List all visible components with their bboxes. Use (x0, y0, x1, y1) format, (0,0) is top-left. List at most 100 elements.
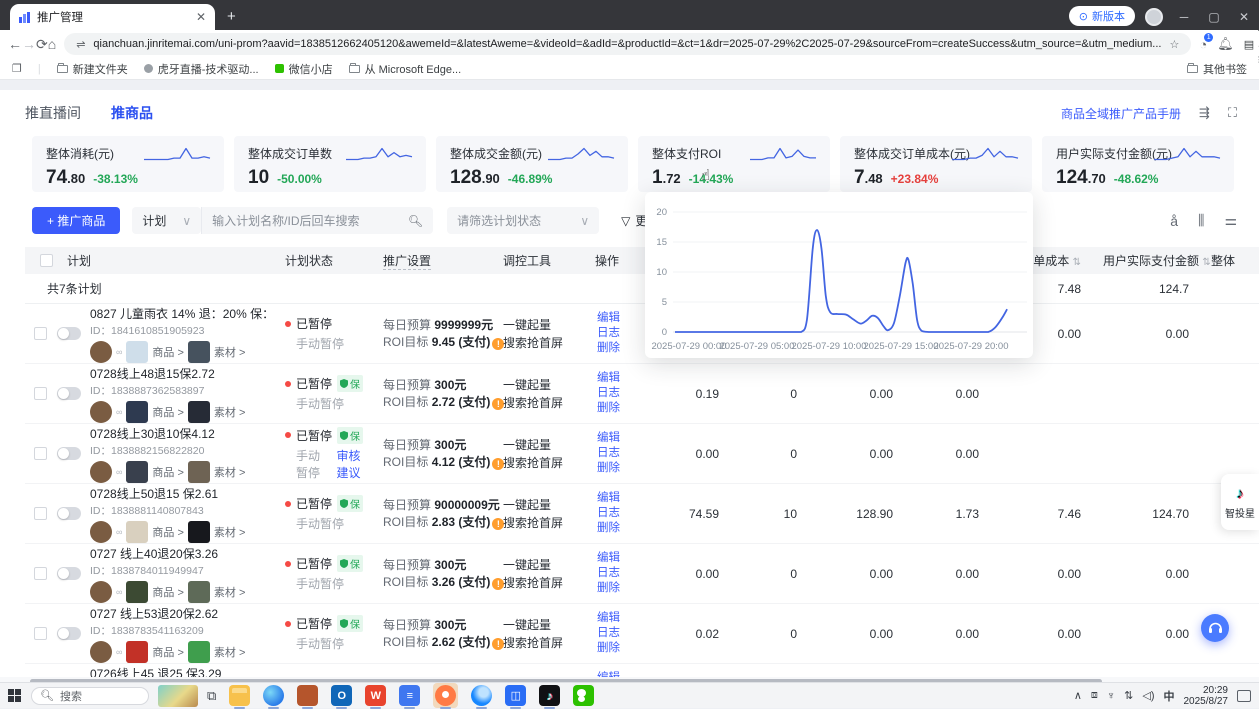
log-link[interactable]: 日志 (597, 386, 641, 401)
product-link[interactable]: 商品 > (152, 524, 183, 540)
new-version-button[interactable]: ⊙新版本 (1069, 6, 1135, 26)
url-bar[interactable]: ⇌ qianchuan.jinritemai.com/uni-prom?aavi… (64, 33, 1191, 55)
tab-live-room[interactable]: 推直播间 (25, 103, 81, 123)
bookmark-item[interactable]: 新建文件夹 (57, 61, 128, 77)
plan-toggle-switch[interactable] (57, 327, 81, 340)
one-key-boost-link[interactable]: 一键起量 (503, 436, 583, 454)
row-checkbox[interactable] (25, 447, 55, 460)
product-thumbnail[interactable] (126, 401, 148, 423)
bookmark-item[interactable]: 微信小店 (275, 61, 333, 77)
search-top-screen-link[interactable]: 搜索抢首屏 (503, 574, 583, 592)
edit-link[interactable]: 编辑 (597, 371, 641, 386)
one-key-boost-link[interactable]: 一键起量 (503, 556, 583, 574)
stat-card[interactable]: 整体消耗(元) 74.80 -38.13% (32, 136, 224, 192)
search-top-screen-link[interactable]: 搜索抢首屏 (503, 394, 583, 412)
row-checkbox[interactable] (25, 387, 55, 400)
material-link[interactable]: 素材 > (214, 464, 245, 480)
delete-link[interactable]: 删除 (597, 521, 641, 536)
toolbox-app-icon[interactable] (297, 685, 318, 706)
delete-link[interactable]: 删除 (597, 581, 641, 596)
product-link[interactable]: 商品 > (152, 644, 183, 660)
material-thumbnail[interactable] (188, 641, 210, 663)
tiktok-app-icon[interactable]: ♪ (539, 685, 560, 706)
sort-icon[interactable]: ⇅ (1073, 257, 1081, 268)
word-app-icon[interactable]: W (365, 685, 386, 706)
row-checkbox[interactable] (25, 627, 55, 640)
window-minimize-button[interactable]: ─ (1169, 10, 1199, 24)
outlook-icon[interactable]: O (331, 685, 352, 706)
row-checkbox[interactable] (25, 507, 55, 520)
back-button[interactable]: ← (8, 36, 22, 52)
site-settings-icon[interactable]: ⇌ (76, 38, 85, 51)
home-button[interactable]: ⌂ (48, 36, 56, 52)
reload-button[interactable]: ⟳ (36, 36, 48, 53)
delete-link[interactable]: 删除 (597, 401, 641, 416)
log-link[interactable]: 日志 (597, 506, 641, 521)
edit-link[interactable]: 编辑 (597, 491, 641, 506)
one-key-boost-link[interactable]: 一键起量 (503, 376, 583, 394)
select-all-checkbox[interactable] (25, 254, 55, 267)
volume-icon[interactable]: ◁) (1142, 689, 1154, 702)
row-checkbox[interactable] (25, 567, 55, 580)
plan-toggle-switch[interactable] (57, 627, 81, 640)
table-settings-icon[interactable]: ⚌ (1224, 212, 1237, 229)
plan-toggle-switch[interactable] (57, 507, 81, 520)
log-link[interactable]: 日志 (597, 446, 641, 461)
plan-toggle-switch[interactable] (57, 567, 81, 580)
delete-link[interactable]: 删除 (597, 641, 641, 656)
one-key-boost-link[interactable]: 一键起量 (503, 616, 583, 634)
plan-status-select[interactable]: 请筛选计划状态∨ (447, 207, 599, 234)
netdisk-app-icon[interactable]: ◫ (505, 685, 526, 706)
product-thumbnail[interactable] (126, 461, 148, 483)
stat-card[interactable]: 整体成交金额(元) 128.90 -46.89% (436, 136, 628, 192)
docs-app-icon[interactable]: ≡ (399, 685, 420, 706)
one-key-boost-link[interactable]: 一键起量 (503, 316, 583, 334)
ai-summary-button[interactable]: ▤AI总结∨ (1244, 22, 1259, 66)
material-thumbnail[interactable] (188, 581, 210, 603)
bookmark-item[interactable]: 虎牙直播-技术驱动... (144, 61, 259, 77)
search-top-screen-link[interactable]: 搜索抢首屏 (503, 334, 583, 352)
row-checkbox[interactable] (25, 327, 55, 340)
log-link[interactable]: 日志 (597, 566, 641, 581)
material-link[interactable]: 素材 > (214, 584, 245, 600)
review-suggestion-link[interactable]: 审核建议 (337, 447, 372, 481)
chat-app-icon-active[interactable] (435, 685, 456, 706)
tab-promote-product[interactable]: 推商品 (111, 103, 153, 123)
other-bookmarks-button[interactable]: 其他书签 (1187, 61, 1247, 77)
material-link[interactable]: 素材 > (214, 524, 245, 540)
display-icon[interactable]: ⧈ (1091, 689, 1098, 702)
product-link[interactable]: 商品 > (152, 404, 183, 420)
settings-sliders-icon[interactable]: ⇶ (1199, 105, 1210, 121)
taskbar-clock[interactable]: 20:29 2025/8/27 (1184, 685, 1229, 707)
edge-browser-icon[interactable] (263, 685, 284, 706)
microphone-icon[interactable]: ♆ (1107, 690, 1115, 702)
notifications-bell-icon[interactable]: 🔔︎ (1217, 36, 1234, 52)
stat-card[interactable]: 用户实际支付金额(元) 124.70 -48.62% (1042, 136, 1234, 192)
stat-card[interactable]: 整体成交订单成本(元) 7.48 +23.84% (840, 136, 1032, 192)
delete-link[interactable]: 删除 (597, 461, 641, 476)
notification-center-icon[interactable] (1237, 690, 1251, 702)
plan-toggle-switch[interactable] (57, 387, 81, 400)
wechat-app-icon[interactable] (573, 685, 594, 706)
customer-service-button[interactable] (1201, 614, 1229, 642)
material-link[interactable]: 素材 > (214, 404, 245, 420)
promote-product-button[interactable]: + 推广商品 (32, 207, 120, 234)
taskbar-search[interactable]: 🔍︎搜索 (31, 687, 149, 705)
header-user-paid[interactable]: 用户实际支付金额 ⇅ (1091, 252, 1199, 269)
log-link[interactable]: 日志 (597, 626, 641, 641)
ime-indicator[interactable]: 中 (1164, 688, 1175, 704)
search-top-screen-link[interactable]: 搜索抢首屏 (503, 454, 583, 472)
product-link[interactable]: 商品 > (152, 344, 183, 360)
delete-link[interactable]: 删除 (597, 341, 641, 356)
search-icon[interactable]: 🔍︎ (408, 214, 423, 228)
material-link[interactable]: 素材 > (214, 644, 245, 660)
start-button[interactable] (8, 689, 22, 703)
material-thumbnail[interactable] (188, 341, 210, 363)
plan-search-input[interactable]: 输入计划名称/ID后回车搜索🔍︎ (201, 207, 433, 234)
side-panel-icon[interactable]: ❐ (12, 62, 22, 75)
stat-card[interactable]: 整体支付ROI 1.72 -14.43% (638, 136, 830, 192)
custom-columns-icon[interactable]: ⫼ (1198, 212, 1204, 229)
extensions-icon[interactable]: ◔1 (1199, 37, 1207, 52)
plan-toggle-switch[interactable] (57, 447, 81, 460)
product-thumbnail[interactable] (126, 641, 148, 663)
